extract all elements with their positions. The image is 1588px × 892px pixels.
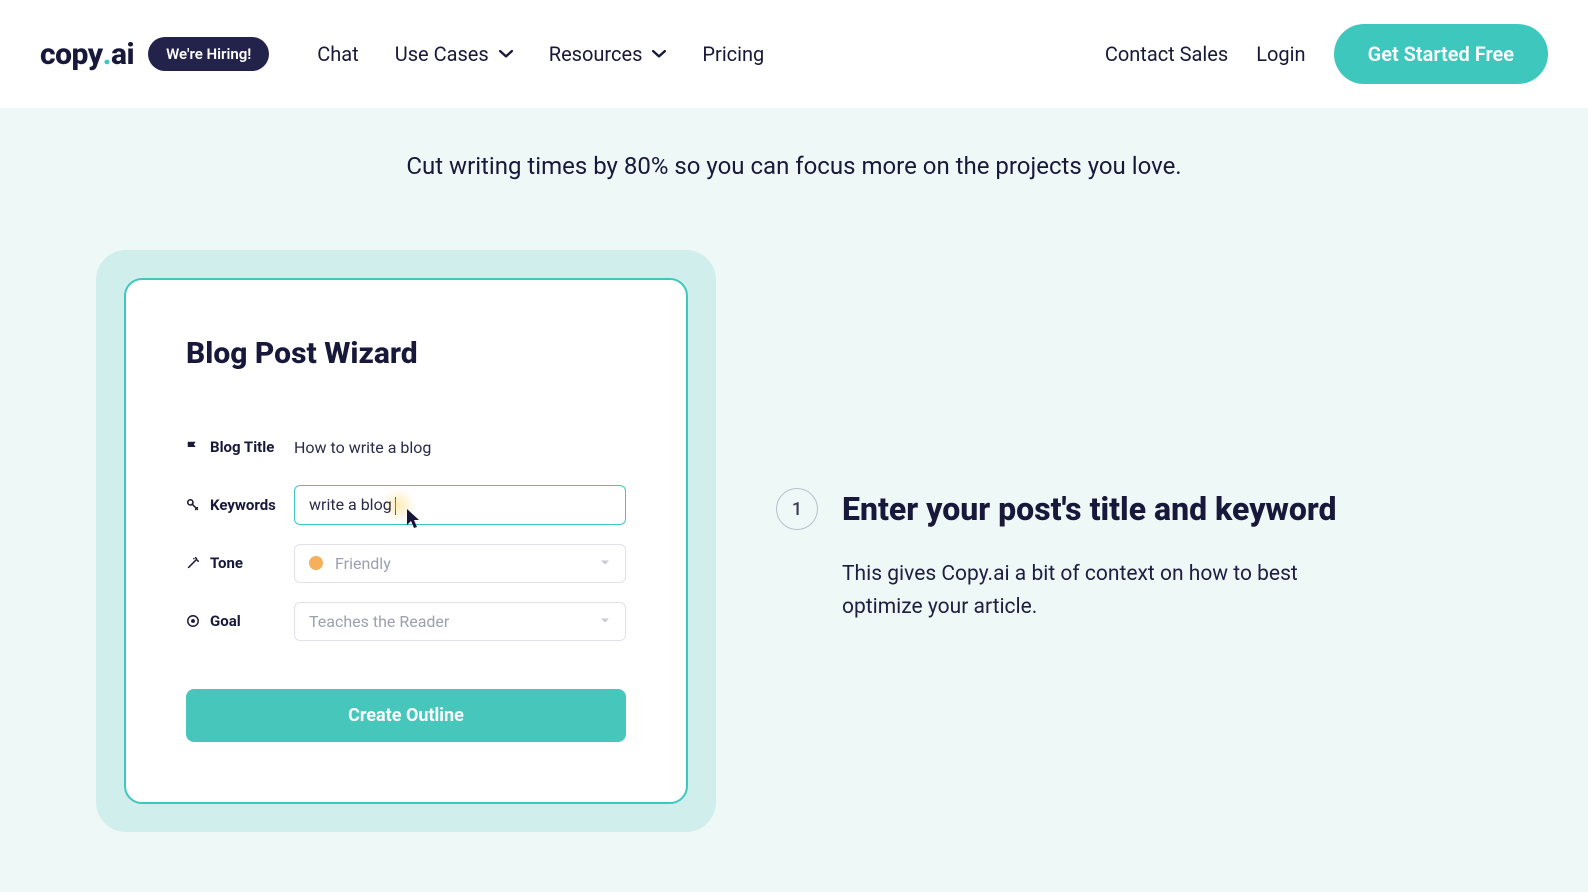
tone-label: Tone — [210, 554, 243, 572]
key-icon — [186, 498, 200, 512]
step-description: This gives Copy.ai a bit of context on h… — [842, 558, 1362, 623]
tone-select[interactable]: Friendly — [294, 544, 626, 583]
blog-title-label: Blog Title — [210, 438, 274, 456]
nav-use-cases[interactable]: Use Cases — [395, 42, 513, 66]
login-link[interactable]: Login — [1256, 42, 1305, 66]
tagline: Cut writing times by 80% so you can focu… — [0, 152, 1588, 180]
header-right: Contact Sales Login Get Started Free — [1105, 24, 1548, 84]
primary-nav: Chat Use Cases Resources Pricing — [317, 42, 764, 66]
chevron-down-icon — [599, 554, 611, 573]
chevron-down-icon — [599, 612, 611, 631]
logo-text-pre: copy — [40, 37, 103, 72]
step-title: Enter your post's title and keyword — [842, 490, 1337, 528]
tone-label-wrap: Tone — [186, 554, 294, 572]
wizard-card: Blog Post Wizard Blog Title How to write… — [124, 278, 688, 804]
hero-section: Cut writing times by 80% so you can focu… — [0, 108, 1588, 892]
blog-title-label-wrap: Blog Title — [186, 438, 294, 456]
nav-pricing[interactable]: Pricing — [702, 42, 764, 66]
logo-dot-icon: . — [103, 37, 111, 72]
nav-resources-label: Resources — [549, 42, 643, 66]
get-started-button[interactable]: Get Started Free — [1334, 24, 1548, 84]
text-cursor-icon — [395, 497, 396, 515]
goal-placeholder: Teaches the Reader — [309, 612, 449, 631]
field-blog-title: Blog Title How to write a blog — [186, 427, 626, 467]
brand-logo[interactable]: copy.ai — [40, 37, 134, 72]
wand-icon — [186, 556, 200, 570]
field-tone: Tone Friendly — [186, 543, 626, 583]
top-nav: copy.ai We're Hiring! Chat Use Cases Res… — [0, 0, 1588, 108]
blog-title-value[interactable]: How to write a blog — [294, 438, 431, 457]
goal-label: Goal — [210, 612, 241, 630]
goal-label-wrap: Goal — [186, 612, 294, 630]
goal-select[interactable]: Teaches the Reader — [294, 602, 626, 641]
chevron-down-icon — [499, 47, 513, 61]
logo-text-post: ai — [111, 37, 134, 72]
create-outline-button[interactable]: Create Outline — [186, 689, 626, 742]
field-keywords: Keywords write a blog — [186, 485, 626, 525]
keywords-input[interactable]: write a blog — [294, 485, 626, 525]
contact-sales-link[interactable]: Contact Sales — [1105, 42, 1228, 66]
chevron-down-icon — [652, 47, 666, 61]
wizard-outer-card: Blog Post Wizard Blog Title How to write… — [96, 250, 716, 832]
tone-color-dot-icon — [309, 556, 323, 570]
field-goal: Goal Teaches the Reader — [186, 601, 626, 641]
target-icon — [186, 614, 200, 628]
step-number-badge: 1 — [776, 488, 818, 530]
nav-resources[interactable]: Resources — [549, 42, 667, 66]
wizard-title: Blog Post Wizard — [186, 336, 626, 371]
tone-placeholder: Friendly — [335, 554, 391, 573]
hiring-badge[interactable]: We're Hiring! — [148, 37, 269, 71]
nav-chat[interactable]: Chat — [317, 42, 358, 66]
keywords-label-wrap: Keywords — [186, 496, 294, 514]
flag-icon — [186, 440, 200, 454]
step-pane: 1 Enter your post's title and keyword Th… — [776, 458, 1492, 623]
mouse-cursor-icon — [405, 508, 421, 530]
content-row: Blog Post Wizard Blog Title How to write… — [0, 250, 1588, 832]
step-head: 1 Enter your post's title and keyword — [776, 488, 1492, 530]
nav-use-cases-label: Use Cases — [395, 42, 489, 66]
keywords-label: Keywords — [210, 496, 276, 514]
logo-group: copy.ai We're Hiring! — [40, 37, 269, 72]
keywords-value: write a blog — [309, 495, 392, 514]
